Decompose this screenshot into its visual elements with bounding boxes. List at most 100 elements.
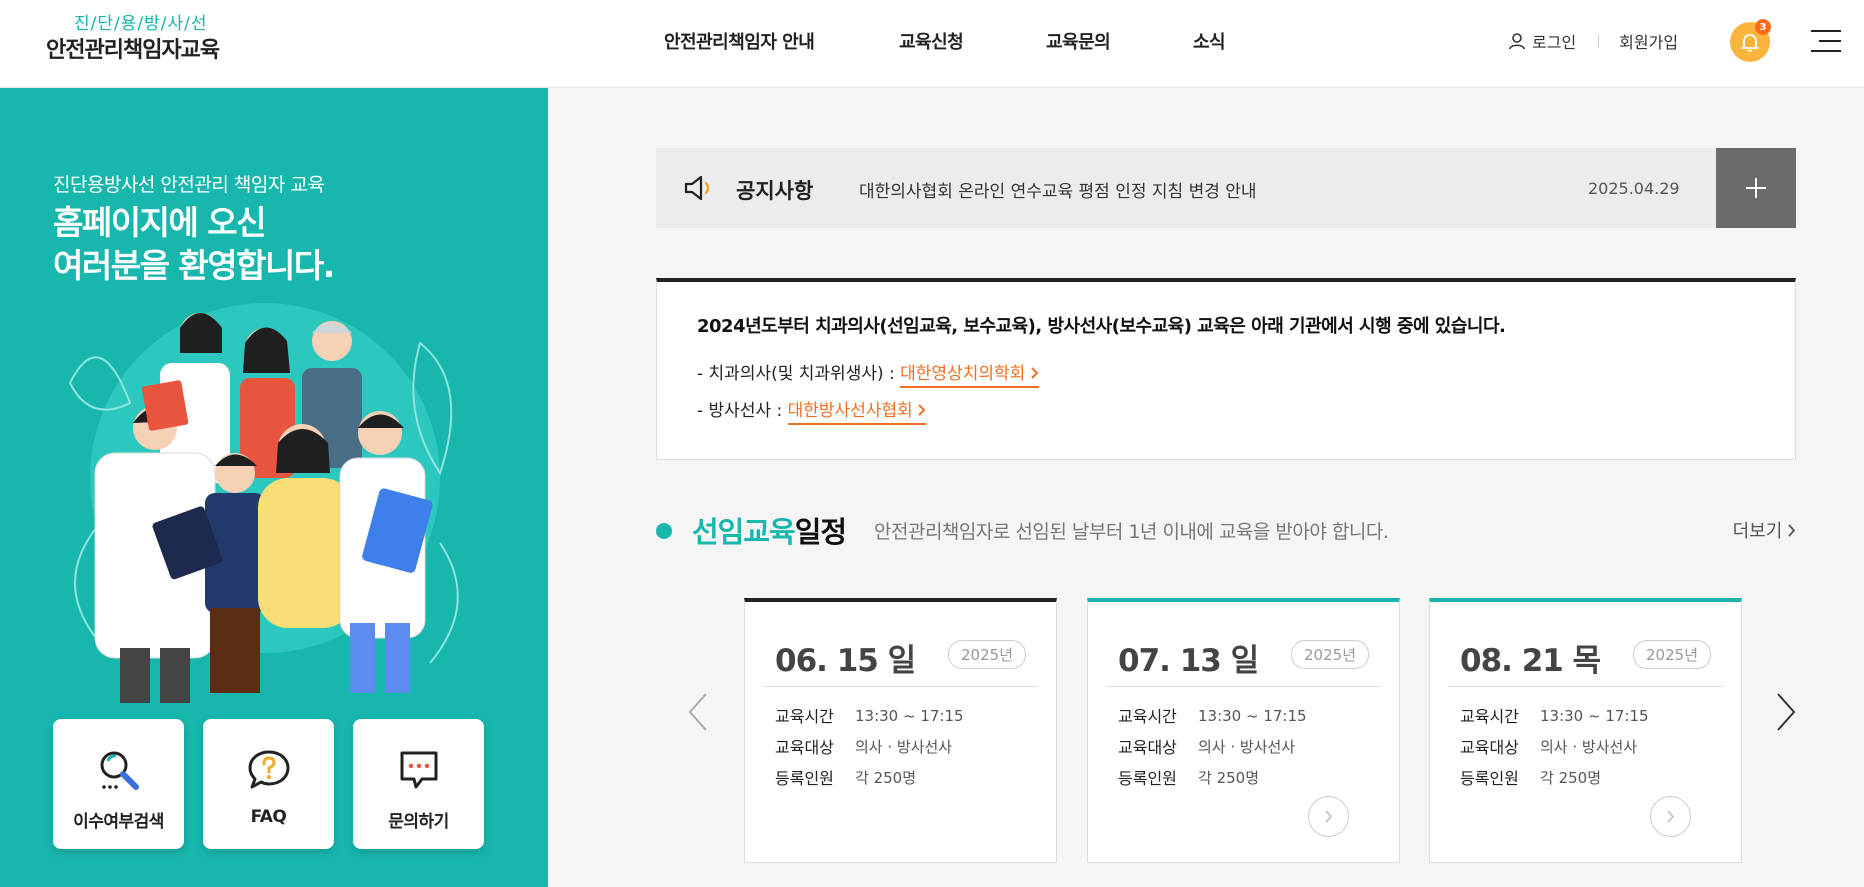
card-row-capacity: 등록인원 각 250명 (1118, 763, 1307, 794)
notice-more-button[interactable] (1716, 148, 1796, 228)
row-value: 의사 · 방사선사 (1540, 738, 1638, 756)
chevron-right-icon (1324, 810, 1332, 823)
info-dentist-prefix: - 치과의사(및 치과위생사) : (697, 364, 901, 384)
inquiry-button[interactable]: 문의하기 (353, 719, 484, 849)
divider (1106, 686, 1381, 687)
row-label: 교육시간 (1118, 707, 1177, 726)
row-value: 13:30 ~ 17:15 (1198, 707, 1307, 725)
completion-search-button[interactable]: 이수여부검색 (53, 719, 184, 849)
card-details: 교육시간 13:30 ~ 17:15 교육대상 의사 · 방사선사 등록인원 각 25… (1118, 701, 1307, 794)
card-row-time: 교육시간 13:30 ~ 17:15 (775, 701, 964, 732)
schedule-card[interactable]: 08. 21 목 2025년 교육시간 13:30 ~ 17:15 교육대상 의사 … (1429, 598, 1742, 863)
info-heading: 2024년도부터 치과의사(선임교육, 보수교육), 방사선사(보수교육) 교육… (697, 316, 1506, 337)
row-label: 교육대상 (1118, 738, 1177, 757)
card-row-time: 교육시간 13:30 ~ 17:15 (1118, 701, 1307, 732)
row-label: 등록인원 (1460, 769, 1519, 788)
schedule-card[interactable]: 07. 13 일 2025년 교육시간 13:30 ~ 17:15 교육대상 의사 … (1087, 598, 1400, 863)
magnifier-icon (100, 751, 139, 790)
schedule-title-rest: 일정 (794, 515, 847, 549)
login-button[interactable]: 로그인 (1508, 29, 1576, 53)
info-radiographer-prefix: - 방사선사 : (697, 401, 788, 421)
inquiry-label: 문의하기 (388, 812, 449, 832)
radiographer-association-label: 대한방사선사협회 (787, 401, 913, 421)
nav-education-inquiry[interactable]: 교육문의 (1046, 28, 1111, 54)
card-row-capacity: 등록인원 각 250명 (775, 763, 964, 794)
card-date: 06. 15 일 (775, 643, 916, 679)
hamburger-menu-icon[interactable] (1811, 30, 1841, 54)
medical-staff-illustration (68, 303, 459, 703)
row-label: 교육시간 (1460, 707, 1519, 726)
chevron-right-icon (1788, 524, 1796, 537)
row-label: 교육대상 (775, 738, 834, 757)
bell-icon (1741, 34, 1759, 52)
row-value: 의사 · 방사선사 (855, 738, 953, 756)
divider (1598, 34, 1600, 48)
row-label: 등록인원 (775, 769, 834, 788)
row-value: 13:30 ~ 17:15 (855, 707, 964, 725)
hero-title-line1: 홈페이지에 오신 (53, 203, 267, 242)
card-row-target: 교육대상 의사 · 방사선사 (1460, 732, 1649, 763)
login-label: 로그인 (1532, 33, 1577, 52)
divider (1448, 686, 1723, 687)
chevron-right-icon (1666, 810, 1674, 823)
site-header: 진/단/용/방/사/선 안전관리책임자교육 안전관리책임자 안내 교육신청 교육… (0, 0, 1864, 88)
plus-icon (1746, 178, 1766, 198)
radiographer-association-link[interactable]: 대한방사선사협회 (787, 401, 927, 425)
divider (763, 686, 1038, 687)
site-logo[interactable]: 진/단/용/방/사/선 안전관리책임자교육 (46, 13, 256, 67)
chevron-right-icon (918, 404, 926, 416)
card-details: 교육시간 13:30 ~ 17:15 교육대상 의사 · 방사선사 등록인원 각 25… (775, 701, 964, 794)
logo-title: 안전관리책임자교육 (46, 38, 220, 63)
notice-link[interactable]: 대한의사협회 온라인 연수교육 평점 인정 지침 변경 안내 (859, 177, 1257, 202)
row-value: 의사 · 방사선사 (1198, 738, 1296, 756)
row-value: 13:30 ~ 17:15 (1540, 707, 1649, 725)
info-dentist-line: - 치과의사(및 치과위생사) : 대한영상치의학회 (697, 356, 1755, 393)
hero-panel: 진단용방사선 안전관리 책임자 교육 홈페이지에 오신 여러분을 환영합니다. (0, 88, 548, 887)
card-detail-button[interactable] (1650, 796, 1691, 837)
chat-bubble-icon (400, 751, 437, 789)
schedule-title-accent: 선임교육 (692, 515, 796, 549)
faq-label: FAQ (250, 807, 287, 827)
carousel-next-icon[interactable] (1776, 692, 1796, 732)
completion-search-label: 이수여부검색 (73, 812, 164, 832)
card-row-target: 교육대상 의사 · 방사선사 (775, 732, 964, 763)
institution-info-box: 2024년도부터 치과의사(선임교육, 보수교육), 방사선사(보수교육) 교육… (656, 278, 1796, 460)
schedule-card[interactable]: 06. 15 일 2025년 교육시간 13:30 ~ 17:15 교육대상 의사 … (744, 598, 1057, 863)
row-label: 교육대상 (1460, 738, 1519, 757)
nav-education-apply[interactable]: 교육신청 (899, 28, 964, 54)
question-bubble-icon (248, 750, 289, 789)
schedule-description: 안전관리책임자로 선임된 날부터 1년 이내에 교육을 받아야 합니다. (874, 521, 1389, 543)
notification-button[interactable]: 3 (1730, 19, 1771, 62)
row-label: 교육시간 (775, 707, 834, 726)
card-row-time: 교육시간 13:30 ~ 17:15 (1460, 701, 1649, 732)
dental-radiology-society-link[interactable]: 대한영상치의학회 (900, 364, 1039, 388)
user-icon (1509, 33, 1525, 50)
dental-radiology-society-label: 대한영상치의학회 (900, 364, 1026, 384)
schedule-more-link[interactable]: 더보기 (1733, 517, 1796, 543)
row-value: 각 250명 (1540, 769, 1601, 787)
notice-bar: 공지사항 대한의사협회 온라인 연수교육 평점 인정 지침 변경 안내 2025… (656, 148, 1796, 228)
card-row-capacity: 등록인원 각 250명 (1460, 763, 1649, 794)
card-date: 08. 21 목 (1460, 643, 1601, 679)
schedule-header: 선임교육일정 안전관리책임자로 선임된 날부터 1년 이내에 교육을 받아야 합… (656, 509, 1796, 549)
card-detail-button[interactable] (1308, 796, 1349, 837)
notification-badge: 3 (1755, 19, 1771, 35)
row-value: 각 250명 (1198, 769, 1259, 787)
card-date: 07. 13 일 (1118, 643, 1259, 679)
hero-subtitle: 진단용방사선 안전관리 책임자 교육 (53, 174, 325, 196)
card-year-badge: 2025년 (1633, 640, 1711, 669)
row-value: 각 250명 (855, 769, 916, 787)
main-content: 공지사항 대한의사협회 온라인 연수교육 평점 인정 지침 변경 안내 2025… (548, 88, 1864, 887)
carousel-prev-icon[interactable] (688, 692, 708, 732)
hero-title-line2: 여러분을 환영합니다. (53, 246, 335, 285)
faq-button[interactable]: FAQ (203, 719, 334, 849)
notice-title: 공지사항 (736, 179, 814, 203)
nav-news[interactable]: 소식 (1193, 28, 1226, 54)
hero-title: 홈페이지에 오신 여러분을 환영합니다. (53, 201, 335, 287)
join-button[interactable]: 회원가입 (1619, 29, 1678, 53)
nav-safety-manager-guide[interactable]: 안전관리책임자 안내 (664, 28, 815, 54)
schedule-more-label: 더보기 (1732, 521, 1783, 542)
utility-links: 로그인 회원가입 (1508, 29, 1678, 53)
megaphone-icon (684, 175, 710, 201)
card-year-badge: 2025년 (948, 640, 1026, 669)
